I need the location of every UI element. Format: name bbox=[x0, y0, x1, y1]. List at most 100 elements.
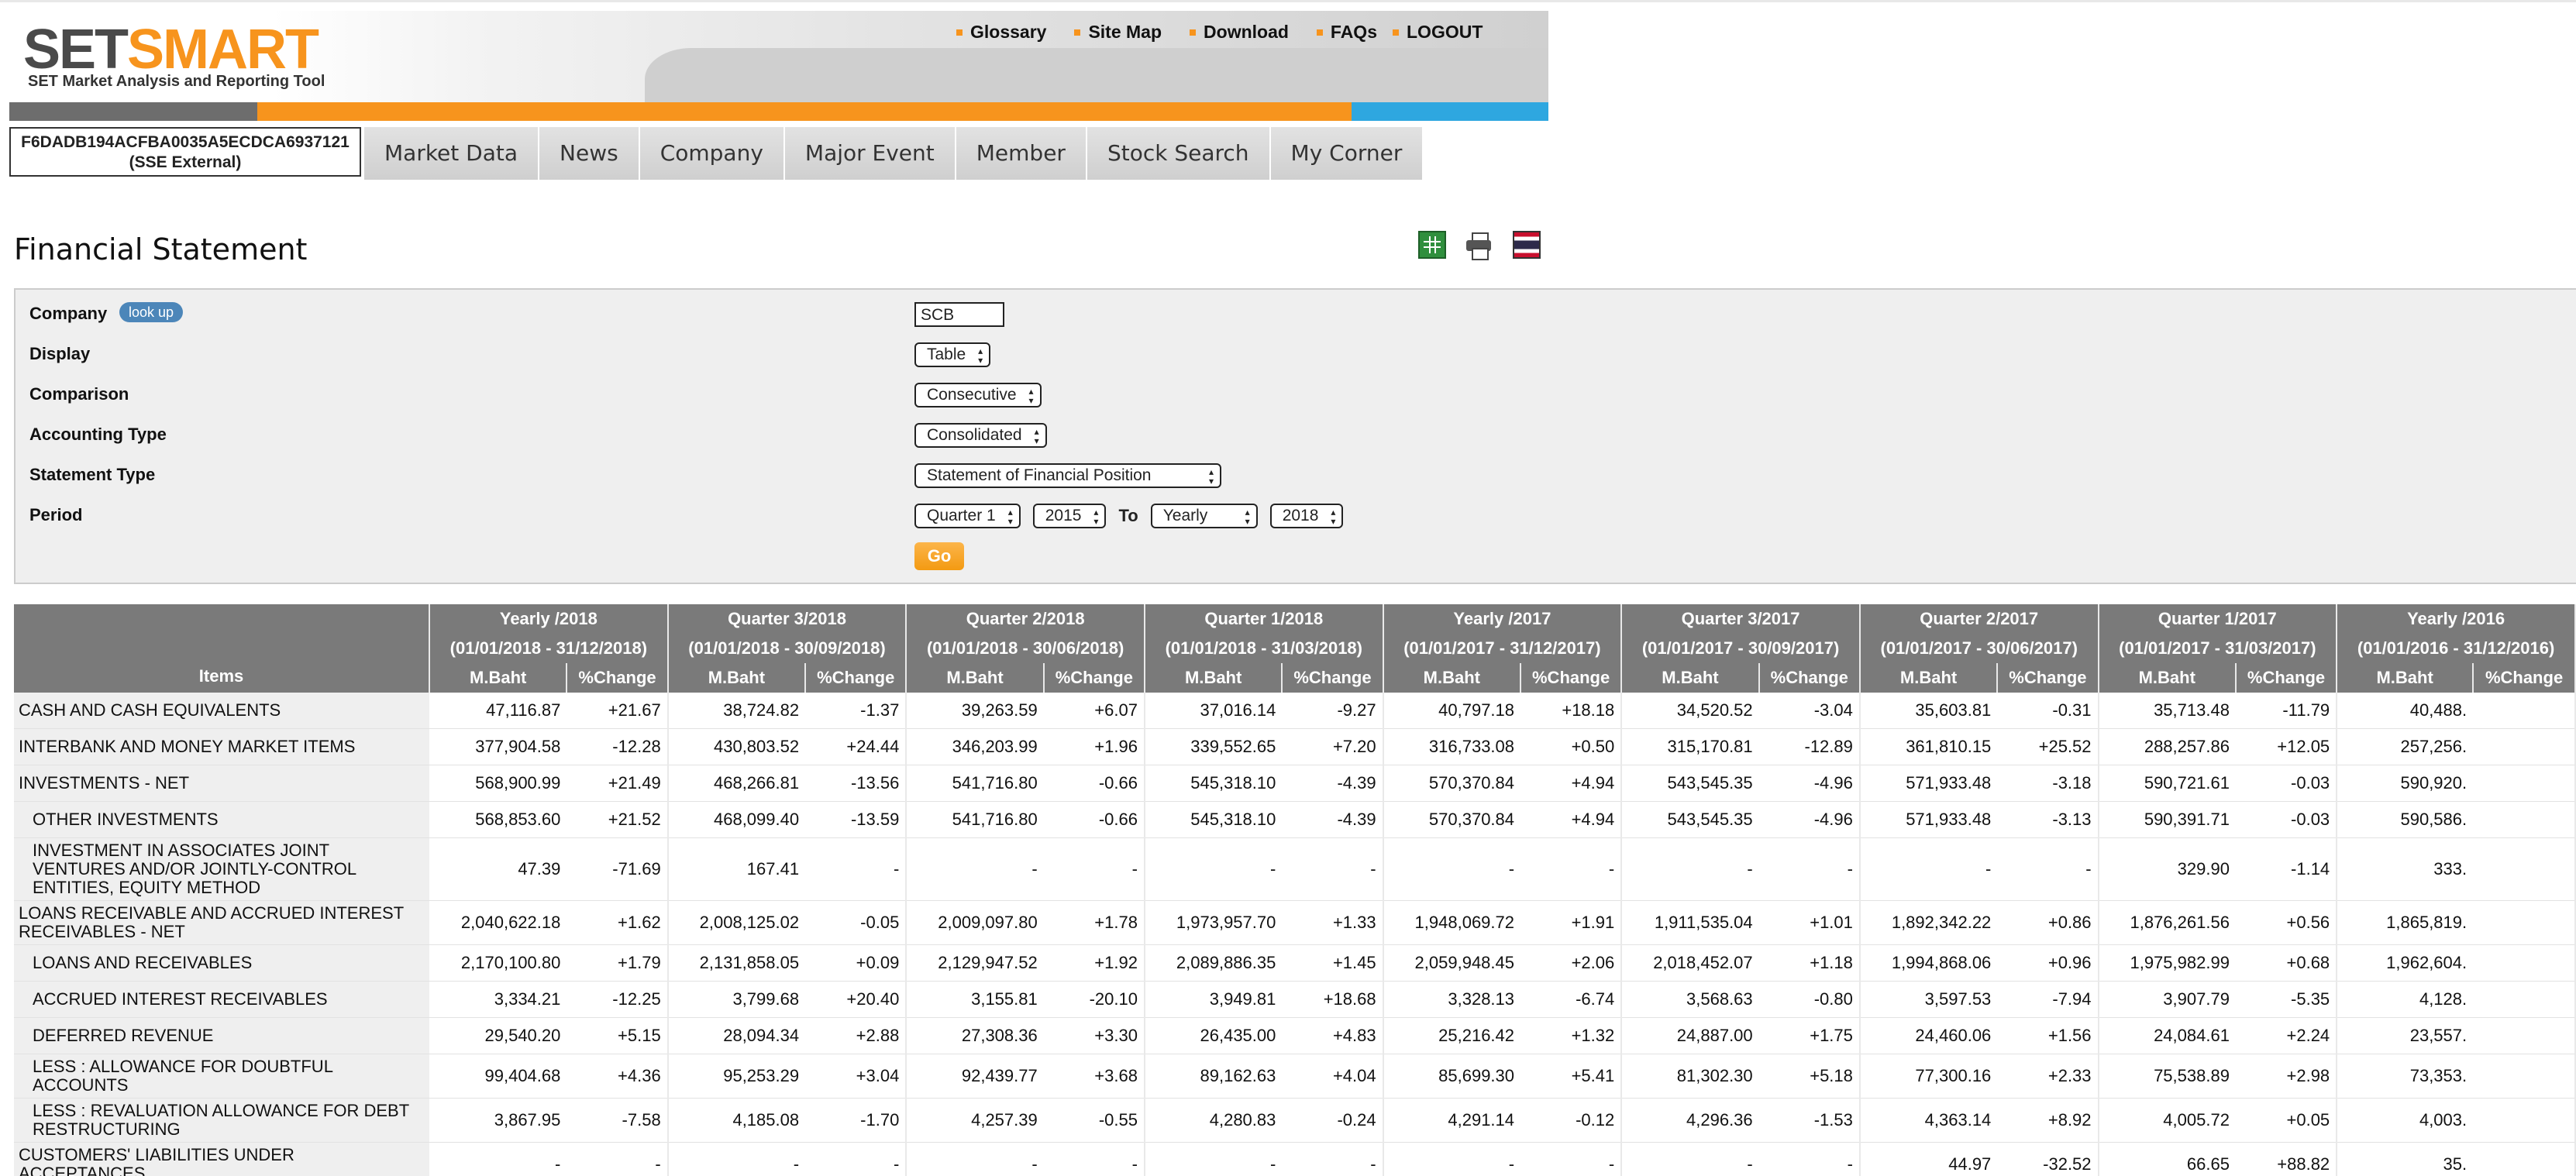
table-row: CASH AND CASH EQUIVALENTS 47,116.87 +21.67… bbox=[14, 693, 2576, 729]
value-cell: 4,185.08 bbox=[667, 1098, 806, 1143]
change-cell bbox=[2473, 944, 2576, 982]
change-cell: +2.33 bbox=[1997, 1054, 2099, 1099]
logout-link[interactable]: LOGOUT bbox=[1393, 22, 1483, 43]
unit-header: M.Baht bbox=[429, 663, 568, 693]
tab-stock-search[interactable]: Stock Search bbox=[1087, 127, 1271, 180]
logo-subtitle: SET Market Analysis and Reporting Tool bbox=[28, 73, 325, 90]
faqs-link[interactable]: FAQs bbox=[1316, 22, 1377, 43]
change-cell: +1.32 bbox=[1520, 1017, 1623, 1054]
change-cell: -11.79 bbox=[2235, 693, 2338, 729]
go-button[interactable]: Go bbox=[914, 542, 964, 570]
change-cell: +3.68 bbox=[1043, 1054, 1145, 1099]
change-cell: +25.52 bbox=[1997, 728, 2099, 765]
change-cell: - bbox=[1282, 837, 1384, 901]
value-cell: 26,435.00 bbox=[1144, 1017, 1283, 1054]
company-input[interactable]: SCB bbox=[914, 302, 1004, 327]
value-cell: 25,216.42 bbox=[1383, 1017, 1521, 1054]
change-cell bbox=[2473, 1054, 2576, 1099]
financial-table-container[interactable]: Items Yearly /2018 Quarter 3/2018 Quarter 2… bbox=[14, 604, 2576, 1176]
period-name-header: Yearly /2017 bbox=[1383, 604, 1623, 634]
change-cell: -3.18 bbox=[1997, 765, 2099, 802]
period-from-select[interactable]: Quarter 1 bbox=[914, 504, 1021, 528]
change-cell: +1.75 bbox=[1758, 1017, 1861, 1054]
value-cell: 77,300.16 bbox=[1859, 1054, 1998, 1099]
change-cell: -12.28 bbox=[567, 728, 669, 765]
page-title: Financial Statement bbox=[14, 232, 308, 266]
value-cell: 34,520.52 bbox=[1621, 693, 1759, 729]
download-link[interactable]: Download bbox=[1190, 22, 1289, 43]
period-range-header: (01/01/2016 - 31/12/2016) bbox=[2337, 634, 2576, 663]
tab-company[interactable]: Company bbox=[639, 127, 785, 180]
value-cell: 468,266.81 bbox=[667, 765, 806, 802]
comparison-select[interactable]: Consecutive bbox=[914, 383, 1042, 407]
tab-member[interactable]: Member bbox=[956, 127, 1087, 180]
change-cell bbox=[2473, 900, 2576, 945]
value-cell: 4,296.36 bbox=[1621, 1098, 1759, 1143]
value-cell: 37,016.14 bbox=[1144, 693, 1283, 729]
period-to-select[interactable]: Yearly bbox=[1150, 504, 1258, 528]
display-select[interactable]: Table bbox=[914, 342, 991, 367]
table-row: LOANS AND RECEIVABLES 2,170,100.80 +1.79 2,… bbox=[14, 944, 2576, 982]
value-cell: 35,713.48 bbox=[2098, 693, 2236, 729]
value-cell: 545,318.10 bbox=[1144, 765, 1283, 802]
change-cell: - bbox=[1520, 837, 1623, 901]
thai-flag-icon[interactable] bbox=[1513, 231, 1541, 259]
period-range-header: (01/01/2017 - 31/03/2017) bbox=[2098, 634, 2338, 663]
change-cell bbox=[2473, 728, 2576, 765]
change-cell: - bbox=[805, 1142, 907, 1176]
value-cell: 1,973,957.70 bbox=[1144, 900, 1283, 945]
table-row: INTERBANK AND MONEY MARKET ITEMS 377,904.… bbox=[14, 728, 2576, 765]
change-cell: -5.35 bbox=[2235, 981, 2338, 1018]
print-icon[interactable] bbox=[1465, 231, 1493, 260]
period-name-header: Quarter 3/2018 bbox=[667, 604, 907, 634]
value-cell: 590,920. bbox=[2337, 765, 2474, 802]
top-border bbox=[0, 0, 2576, 2]
tab-news[interactable]: News bbox=[539, 127, 640, 180]
lookup-button[interactable]: look up bbox=[119, 302, 184, 322]
period-to-year-select[interactable]: 2018 bbox=[1269, 504, 1344, 528]
value-cell: - bbox=[1144, 837, 1283, 901]
site-map-link[interactable]: Site Map bbox=[1074, 22, 1162, 43]
value-cell: 571,933.48 bbox=[1859, 801, 1998, 838]
tab-major-event[interactable]: Major Event bbox=[784, 127, 956, 180]
change-cell: -6.74 bbox=[1520, 981, 1623, 1018]
value-cell: 543,545.35 bbox=[1621, 801, 1759, 838]
value-cell: 346,203.99 bbox=[906, 728, 1044, 765]
session-label: (SSE External) bbox=[129, 153, 242, 171]
value-cell: 571,933.48 bbox=[1859, 765, 1998, 802]
table-row: OTHER INVESTMENTS 568,853.60 +21.52 468,099… bbox=[14, 801, 2576, 838]
change-cell: -13.59 bbox=[805, 801, 907, 838]
glossary-link[interactable]: Glossary bbox=[956, 22, 1046, 43]
period-name-header: Quarter 2/2018 bbox=[906, 604, 1145, 634]
setsmart-logo[interactable]: SETSMART bbox=[23, 19, 319, 81]
bullet-icon bbox=[1074, 29, 1081, 36]
change-cell: -32.52 bbox=[1997, 1142, 2099, 1176]
value-cell: - bbox=[1621, 837, 1759, 901]
value-cell: 35. bbox=[2337, 1142, 2474, 1176]
table-row: DEFERRED REVENUE 29,540.20 +5.15 28,094.34 +… bbox=[14, 1017, 2576, 1054]
tab-my-corner[interactable]: My Corner bbox=[1270, 127, 1424, 180]
table-row: INVESTMENT IN ASSOCIATES JOINT VENTURES … bbox=[14, 837, 2576, 901]
value-cell: 2,059,948.45 bbox=[1383, 944, 1521, 982]
change-cell: +1.96 bbox=[1043, 728, 1145, 765]
row-item-label: CASH AND CASH EQUIVALENTS bbox=[14, 693, 430, 729]
value-cell: 99,404.68 bbox=[429, 1054, 567, 1099]
period-from-year-select[interactable]: 2015 bbox=[1032, 504, 1107, 528]
excel-icon[interactable] bbox=[1418, 231, 1446, 259]
change-cell: -0.05 bbox=[805, 900, 907, 945]
header-color-stripe bbox=[9, 102, 1548, 121]
change-cell: -0.24 bbox=[1282, 1098, 1384, 1143]
change-cell: +21.67 bbox=[567, 693, 669, 729]
value-cell: 1,994,868.06 bbox=[1859, 944, 1998, 982]
value-cell: 541,716.80 bbox=[906, 765, 1044, 802]
tab-market-data[interactable]: Market Data bbox=[364, 127, 540, 180]
row-item-label: LOANS AND RECEIVABLES bbox=[14, 944, 430, 982]
glossary-link-label: Glossary bbox=[970, 22, 1047, 42]
accounting-type-select[interactable]: Consolidated bbox=[914, 423, 1047, 448]
change-cell: -1.70 bbox=[805, 1098, 907, 1143]
change-cell: +1.18 bbox=[1758, 944, 1861, 982]
change-cell: +1.56 bbox=[1997, 1017, 2099, 1054]
change-header: %Change bbox=[2473, 663, 2576, 693]
statement-type-select[interactable]: Statement of Financial Position bbox=[914, 463, 1221, 488]
change-cell: +3.04 bbox=[805, 1054, 907, 1099]
